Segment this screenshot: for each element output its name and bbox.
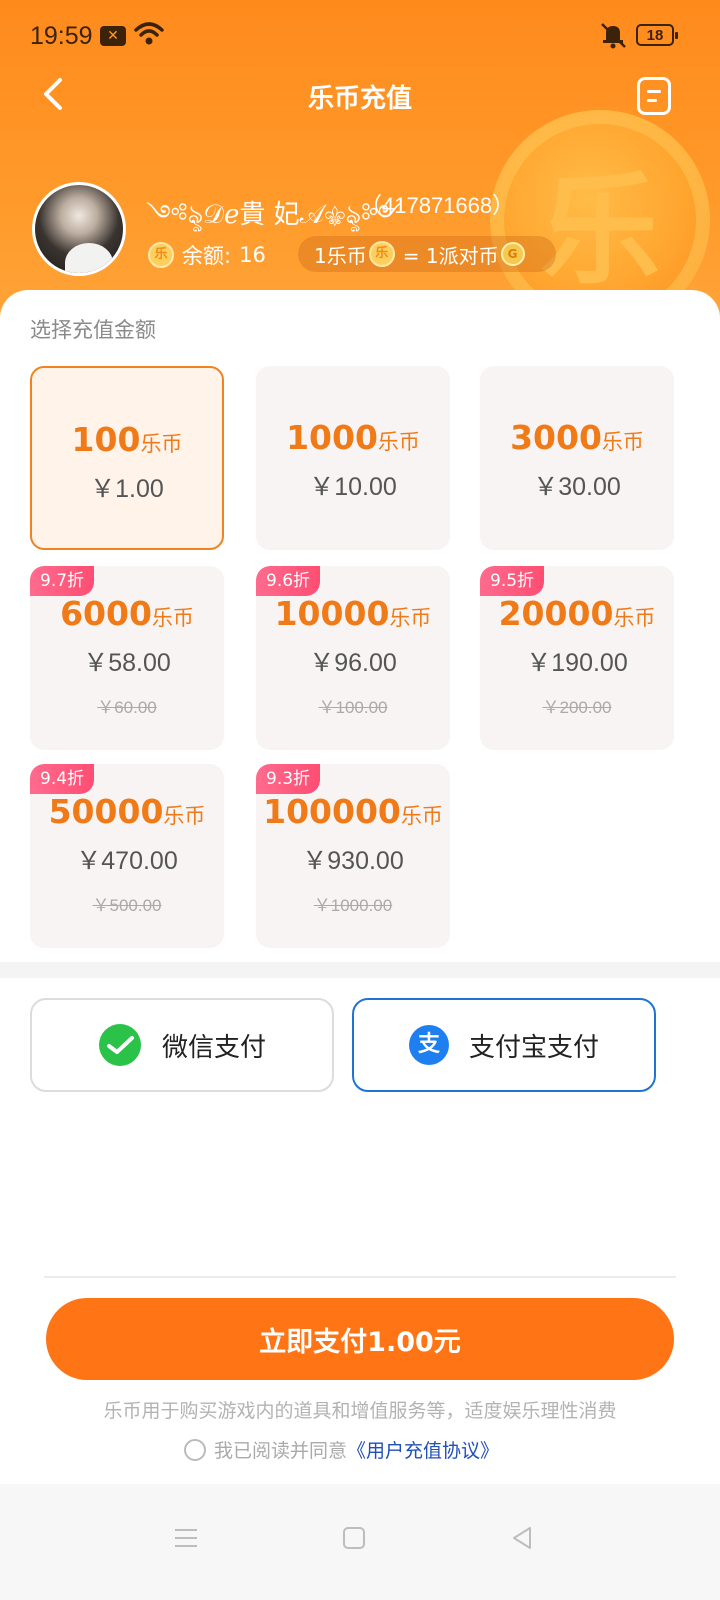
discount-badge: 9.6折 (256, 566, 321, 596)
package-price: ￥96.00 (309, 649, 397, 677)
package-price: ￥58.00 (83, 649, 171, 677)
amount-value: 10000 (274, 594, 390, 633)
wechat-icon (98, 1024, 141, 1066)
package-amount: 100000乐币 (256, 792, 450, 831)
amount-value: 100000 (263, 792, 401, 831)
page-title: 乐币充值 (307, 84, 412, 114)
amount-value: 50000 (48, 792, 164, 831)
wechat-pay-button[interactable]: 微信支付 (30, 998, 334, 1092)
package-amount: 1000乐币 (256, 418, 450, 457)
package-card[interactable]: 9.5折 20000乐币 ￥190.00 ￥200.00 (480, 566, 674, 750)
rate-right: = 1派对币 (402, 243, 499, 268)
nav-bar: 乐币充值 (0, 62, 720, 132)
package-card[interactable]: 9.6折 10000乐币 ￥96.00 ￥100.00 (256, 566, 450, 750)
header-banner: 乐 19:59 ✕ 18 乐币充值 ༺ৡ𝒟𝑒貴 妃𝒜⚜ৡ༻ （417871668… (0, 0, 720, 330)
section-label: 选择充值金额 (30, 318, 156, 342)
package-amount: 6000乐币 (30, 594, 224, 633)
exchange-rate: 1乐币 乐 = 1派对币 G (298, 236, 556, 272)
le-coin-icon: 乐 (148, 242, 174, 268)
amount-unit: 乐币 (613, 606, 656, 630)
battery-icon: 18 (636, 24, 678, 46)
original-price: ￥1000.00 (313, 896, 393, 915)
package-amount: 20000乐币 (480, 594, 674, 633)
le-coin-icon: 乐 (368, 241, 395, 267)
wifi-icon (134, 22, 164, 45)
party-coin-icon: G (500, 242, 525, 266)
amount-unit: 乐币 (601, 430, 644, 454)
amount-value: 3000 (510, 418, 602, 457)
package-price: ￥10.00 (309, 473, 397, 501)
recharge-panel: 选择充值金额 100乐币 ￥1.00 1000乐币 ￥10.00 3000乐币 ￥30.0… (0, 290, 720, 1600)
discount-badge: 9.4折 (30, 764, 95, 794)
discount-badge: 9.5折 (480, 566, 545, 596)
discount-badge: 9.7折 (30, 566, 95, 596)
amount-unit: 乐币 (151, 606, 194, 630)
original-price: ￥200.00 (542, 698, 612, 717)
back-icon[interactable] (508, 1524, 536, 1552)
package-price: ￥470.00 (76, 847, 178, 875)
mute-bell-icon (601, 23, 626, 49)
amount-unit: 乐币 (377, 430, 420, 454)
amount-value: 6000 (60, 594, 152, 633)
alipay-button[interactable]: 支 支付宝支付 (352, 998, 656, 1092)
package-card[interactable]: 9.4折 50000乐币 ￥470.00 ￥500.00 (30, 764, 224, 948)
discount-badge: 9.3折 (256, 764, 321, 794)
rate-left: 1乐币 (314, 243, 367, 268)
agreement-text: 我已阅读并同意 (214, 1440, 348, 1462)
package-amount: 100乐币 (32, 420, 222, 459)
package-price: ￥190.00 (526, 649, 628, 677)
avatar[interactable] (32, 182, 126, 276)
package-card[interactable]: 1000乐币 ￥10.00 (256, 366, 450, 550)
system-nav-bar (0, 1484, 720, 1600)
pay-now-button[interactable]: 立即支付1.00元 (46, 1298, 674, 1380)
amount-value: 1000 (286, 418, 378, 457)
user-id: （417871668） (360, 193, 515, 218)
package-price: ￥1.00 (90, 475, 164, 503)
amount-unit: 乐币 (163, 804, 206, 828)
original-price: ￥100.00 (318, 698, 388, 717)
divider (0, 962, 720, 978)
amount-unit: 乐币 (389, 606, 432, 630)
package-price: ￥30.00 (533, 473, 621, 501)
package-card[interactable]: 3000乐币 ￥30.00 (480, 366, 674, 550)
status-bar: 19:59 ✕ 18 (0, 0, 720, 70)
package-amount: 10000乐币 (256, 594, 450, 633)
original-price: ￥60.00 (97, 698, 157, 717)
agreement: 我已阅读并同意 《用户充值协议》 (184, 1436, 499, 1463)
package-price: ￥930.00 (302, 847, 404, 875)
package-card[interactable]: 9.7折 6000乐币 ￥58.00 ￥60.00 (30, 566, 224, 750)
amount-value: 100 (71, 420, 141, 459)
menu-icon[interactable] (172, 1524, 200, 1552)
document-icon[interactable] (637, 77, 671, 115)
package-card[interactable]: 9.3折 100000乐币 ￥930.00 ￥1000.00 (256, 764, 450, 948)
home-icon[interactable] (340, 1524, 368, 1552)
amount-value: 20000 (498, 594, 614, 633)
balance-label: 余额: (182, 244, 232, 268)
alipay-icon: 支 (408, 1025, 449, 1065)
original-price: ￥500.00 (92, 896, 162, 915)
amount-unit: 乐币 (140, 432, 183, 456)
balance: 乐 余额: 16 (148, 240, 266, 270)
package-amount: 3000乐币 (480, 418, 674, 457)
package-card[interactable]: 100乐币 ￥1.00 (30, 366, 224, 550)
package-amount: 50000乐币 (30, 792, 224, 831)
balance-value: 16 (239, 243, 266, 267)
notice-text: 乐币用于购买游戏内的道具和增值服务等，适度娱乐理性消费 (103, 1400, 617, 1422)
agree-checkbox[interactable] (184, 1438, 206, 1461)
alipay-label: 支付宝支付 (468, 1032, 599, 1063)
divider-line (44, 1276, 676, 1278)
status-time: 19:59 (30, 22, 93, 50)
x-badge-icon: ✕ (100, 26, 126, 46)
amount-unit: 乐币 (400, 804, 443, 828)
wechat-pay-label: 微信支付 (161, 1032, 266, 1063)
agreement-link[interactable]: 《用户充值协议》 (347, 1436, 499, 1463)
